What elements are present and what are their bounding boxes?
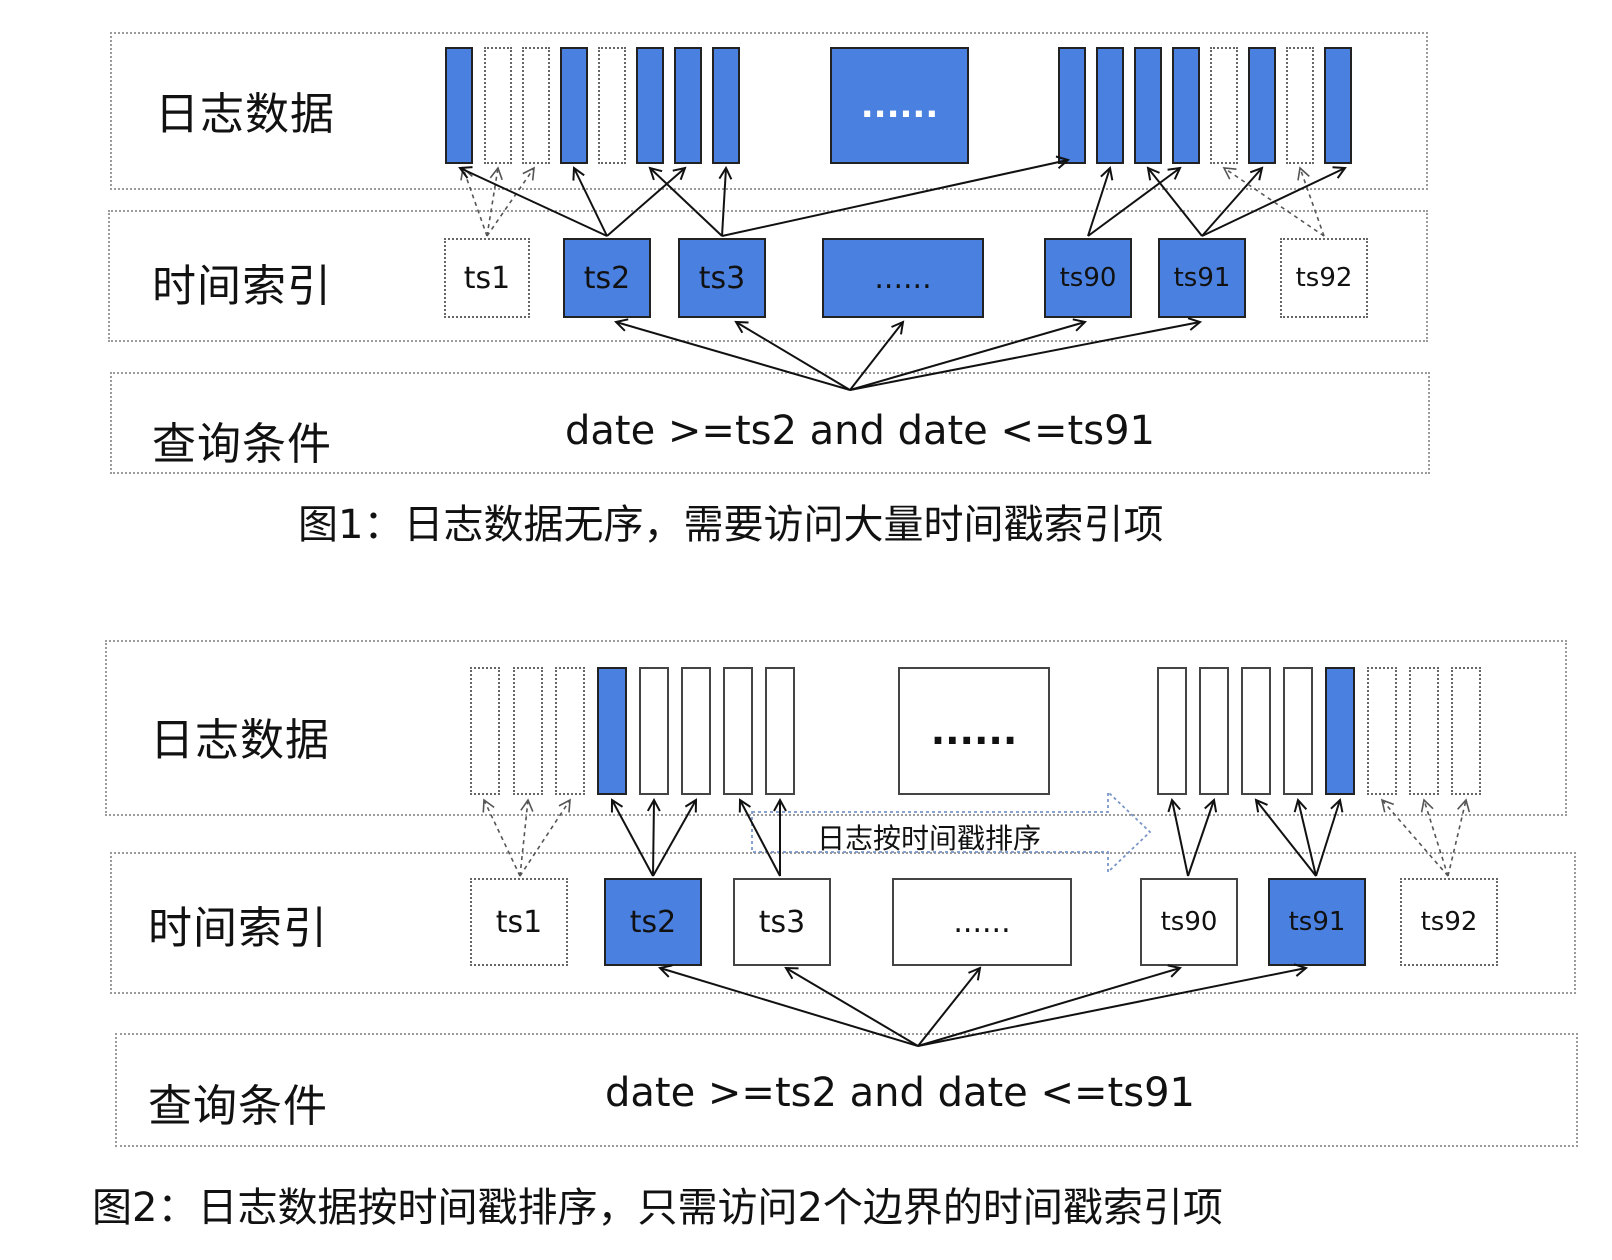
fig1-log-cell: [636, 47, 664, 164]
fig2-log-ellipsis-block: ......: [898, 667, 1050, 795]
fig1-log-cell: [1134, 47, 1162, 164]
fig1-log-cell: [522, 47, 550, 164]
fig2-log-cell: [1451, 667, 1481, 795]
fig1-index-ellipsis: ......: [822, 238, 984, 318]
fig1-log-cell: [1324, 47, 1352, 164]
fig1-log-cell: [712, 47, 740, 164]
fig2-log-cell: [1157, 667, 1187, 795]
fig2-query-text: date >=ts2 and date <=ts91: [605, 1070, 1195, 1116]
fig1-caption: 图1：日志数据无序，需要访问大量时间戳索引项: [298, 502, 1164, 548]
fig2-log-cell: [1241, 667, 1271, 795]
fig1-log-cell: [1210, 47, 1238, 164]
fig1-index-label: 时间索引: [152, 261, 332, 312]
fig2-log-cell: [513, 667, 543, 795]
fig2-index-ts91: ts91: [1268, 878, 1366, 966]
fig2-log-cell: [1283, 667, 1313, 795]
fig2-index-ts2: ts2: [604, 878, 702, 966]
fig1-log-cell: [484, 47, 512, 164]
fig1-log-cell: [674, 47, 702, 164]
fig1-log-cell: [1058, 47, 1086, 164]
fig1-log-cell: [445, 47, 473, 164]
fig2-caption: 图2：日志数据按时间戳排序，只需访问2个边界的时间戳索引项: [92, 1185, 1223, 1231]
fig2-log-cell: [555, 667, 585, 795]
fig1-index-ts91: ts91: [1158, 238, 1246, 318]
fig1-log-ellipsis: ......: [860, 85, 939, 126]
fig1-query-text: date >=ts2 and date <=ts91: [565, 408, 1155, 454]
fig2-index-label: 时间索引: [148, 903, 328, 954]
fig2-log-ellipsis: ......: [930, 709, 1018, 753]
fig1-index-ts90: ts90: [1044, 238, 1132, 318]
fig2-log-cell: [639, 667, 669, 795]
fig1-index-ts2: ts2: [563, 238, 651, 318]
fig2-log-cell: [1199, 667, 1229, 795]
fig2-index-ellipsis: ......: [892, 878, 1072, 966]
fig2-query-label: 查询条件: [148, 1081, 328, 1132]
fig2-log-cell: [723, 667, 753, 795]
fig1-log-cell: [598, 47, 626, 164]
fig2-index-ts1: ts1: [470, 878, 568, 966]
fig2-log-cell: [681, 667, 711, 795]
fig2-index-ts92: ts92: [1400, 878, 1498, 966]
fig1-log-cell: [1248, 47, 1276, 164]
fig1-index-ts1: ts1: [444, 238, 530, 318]
fig2-log-label: 日志数据: [150, 715, 330, 766]
fig2-log-cell: [1325, 667, 1355, 795]
fig2-log-cell: [597, 667, 627, 795]
fig2-log-cell: [1409, 667, 1439, 795]
fig2-index-ts90: ts90: [1140, 878, 1238, 966]
fig1-log-cell: [560, 47, 588, 164]
fig2-log-cell: [765, 667, 795, 795]
fig1-log-cell: [1286, 47, 1314, 164]
fig2-sort-label: 日志按时间戳排序: [817, 822, 1042, 855]
fig1-index-ts3: ts3: [678, 238, 766, 318]
fig1-log-label: 日志数据: [155, 89, 335, 140]
fig2-index-ts3: ts3: [733, 878, 831, 966]
fig1-log-ellipsis-block: ......: [830, 47, 969, 164]
fig1-log-cell: [1096, 47, 1124, 164]
fig1-query-label: 查询条件: [152, 419, 332, 470]
fig1-log-cell: [1172, 47, 1200, 164]
fig1-index-ts92: ts92: [1280, 238, 1368, 318]
fig2-log-cell: [1367, 667, 1397, 795]
fig2-log-cell: [470, 667, 500, 795]
